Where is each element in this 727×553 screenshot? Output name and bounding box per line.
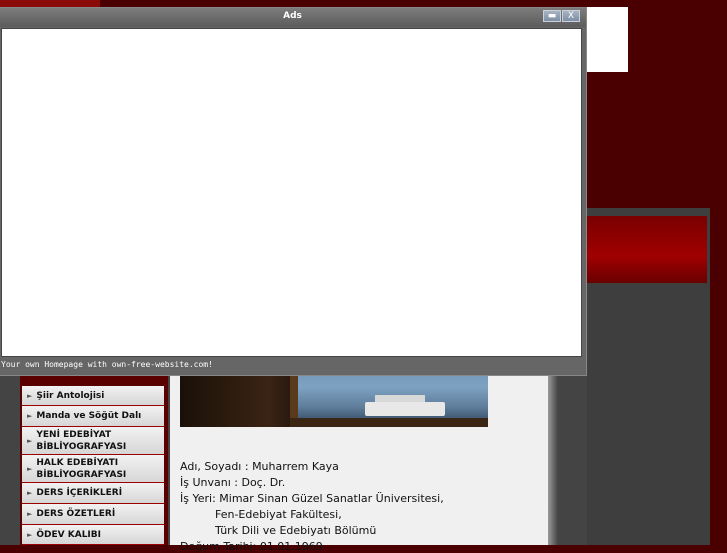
ads-popup-window[interactable]: Ads ▬ X Your own Homepage with own-free-… (0, 7, 587, 376)
sidebar-item-ders-ozetleri[interactable]: ► DERS ÖZETLERİ (22, 504, 164, 525)
profile-birthdate: Doğum Tarihi: 01.01.1969 (180, 540, 323, 553)
bullet-icon: ► (27, 464, 33, 473)
background-white-block (587, 7, 628, 72)
sidebar-item-label: HALK EDEBİYATI BİBLİYOGRAFYASI (36, 457, 127, 480)
sidebar-item-yeni-edebiyat[interactable]: ► YENİ EDEBİYAT BİBLİYOGRAFYASI (22, 427, 164, 455)
bullet-icon: ► (27, 489, 33, 497)
popup-footer-link[interactable]: Your own Homepage with own-free-website.… (1, 360, 213, 369)
sidebar-item-label: ÖDEV KALIBI (36, 529, 101, 540)
ad-content-area[interactable] (1, 28, 582, 357)
popup-titlebar[interactable]: Ads ▬ X (0, 8, 586, 27)
sidebar-item-manda[interactable]: ► Manda ve Söğüt Dalı (22, 406, 164, 427)
sidebar-item-label: DERS İÇERİKLERİ (36, 488, 123, 498)
profile-faculty: Fen-Edebiyat Fakültesi, (215, 508, 342, 521)
profile-title: İş Unvanı : Doç. Dr. (180, 476, 286, 489)
bullet-icon: ► (27, 510, 33, 518)
sidebar-item-ders-icerikleri[interactable]: ► DERS İÇERİKLERİ (22, 483, 164, 504)
sidebar-item-odev-kalibi[interactable]: ► ÖDEV KALIBI (22, 525, 164, 545)
sidebar-item-label: Şiir Antolojisi (36, 390, 105, 401)
close-button[interactable]: X (562, 10, 580, 22)
sidebar-item-siir-antolojisi[interactable]: ► Şiir Antolojisi (22, 386, 164, 406)
bullet-icon: ► (27, 412, 33, 420)
profile-name: Adı, Soyadı : Muharrem Kaya (180, 460, 339, 473)
bullet-icon: ► (27, 436, 33, 445)
profile-workplace: İş Yeri: Mimar Sinan Güzel Sanatlar Üniv… (180, 492, 444, 505)
page-edge (710, 208, 727, 545)
popup-title: Ads (283, 11, 302, 21)
right-header-bar (587, 216, 707, 283)
bullet-icon: ► (27, 391, 33, 400)
minimize-button[interactable]: ▬ (543, 10, 561, 22)
content-shadow (548, 360, 558, 545)
profile-department: Türk Dili ve Edebiyatı Bölümü (215, 524, 377, 537)
sidebar-item-halk-edebiyati[interactable]: ► HALK EDEBİYATI BİBLİYOGRAFYASI (22, 455, 164, 483)
bullet-icon: ► (27, 530, 33, 539)
sidebar-item-label: Manda ve Söğüt Dalı (36, 411, 142, 421)
sidebar-item-label: DERS ÖZETLERİ (36, 509, 116, 519)
sidebar-item-label: YENİ EDEBİYAT BİBLİYOGRAFYASI (36, 429, 127, 452)
